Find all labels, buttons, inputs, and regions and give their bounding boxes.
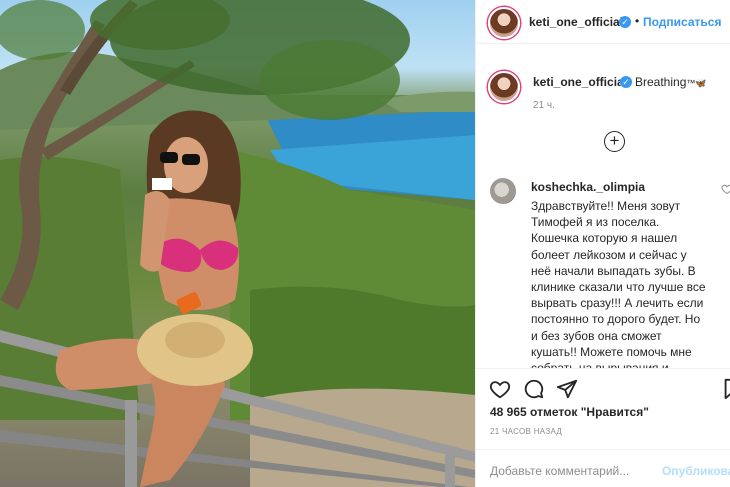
likes-count[interactable]: 48 965 отметок "Нравится" bbox=[490, 405, 649, 419]
comment-text: Здравствуйте!! Меня зовут Тимофей я из п… bbox=[531, 199, 706, 368]
comment-icon[interactable] bbox=[523, 378, 545, 400]
commenter-username[interactable]: koshechka._olimpia bbox=[531, 180, 645, 194]
heart-icon[interactable] bbox=[489, 378, 511, 400]
post-header: keti_one_official ✓ • Подписаться bbox=[476, 0, 730, 44]
verified-badge-icon: ✓ bbox=[619, 16, 631, 28]
separator-dot: • bbox=[635, 14, 640, 28]
comment-like-icon[interactable] bbox=[721, 183, 730, 195]
caption-username[interactable]: keti_one_official bbox=[533, 75, 627, 89]
verified-badge-icon: ✓ bbox=[620, 76, 632, 88]
bookmark-icon[interactable] bbox=[721, 378, 730, 400]
plus-circle-icon[interactable]: + bbox=[604, 131, 625, 152]
comment-composer: Добавьте комментарий... Опубликовать bbox=[476, 449, 730, 487]
post-caption: keti_one_official ✓ Breathing™🦋 21 ч. bbox=[476, 60, 730, 120]
share-icon[interactable] bbox=[556, 378, 578, 400]
photo-scene bbox=[0, 0, 475, 487]
caption-emoji: ™🦋 bbox=[686, 78, 707, 88]
author-avatar[interactable] bbox=[488, 7, 520, 39]
post-timestamp[interactable]: 21 ЧАСОВ НАЗАД bbox=[490, 427, 562, 436]
caption-avatar[interactable] bbox=[488, 71, 520, 103]
post-comment-button[interactable]: Опубликовать bbox=[662, 464, 730, 478]
author-username[interactable]: keti_one_official bbox=[529, 15, 623, 29]
caption-word: Breathing bbox=[635, 75, 687, 89]
caption-text: Breathing™🦋 bbox=[635, 75, 707, 89]
comment-item: koshechka._olimpia Здравствуйте!! Меня з… bbox=[476, 172, 730, 368]
follow-button[interactable]: Подписаться bbox=[643, 15, 721, 29]
post-photo[interactable] bbox=[0, 0, 475, 487]
post-sidebar: keti_one_official ✓ • Подписаться keti_o… bbox=[475, 0, 730, 487]
comment-input[interactable]: Добавьте комментарий... bbox=[490, 464, 629, 478]
caption-time[interactable]: 21 ч. bbox=[533, 100, 555, 111]
commenter-avatar[interactable] bbox=[490, 178, 516, 204]
